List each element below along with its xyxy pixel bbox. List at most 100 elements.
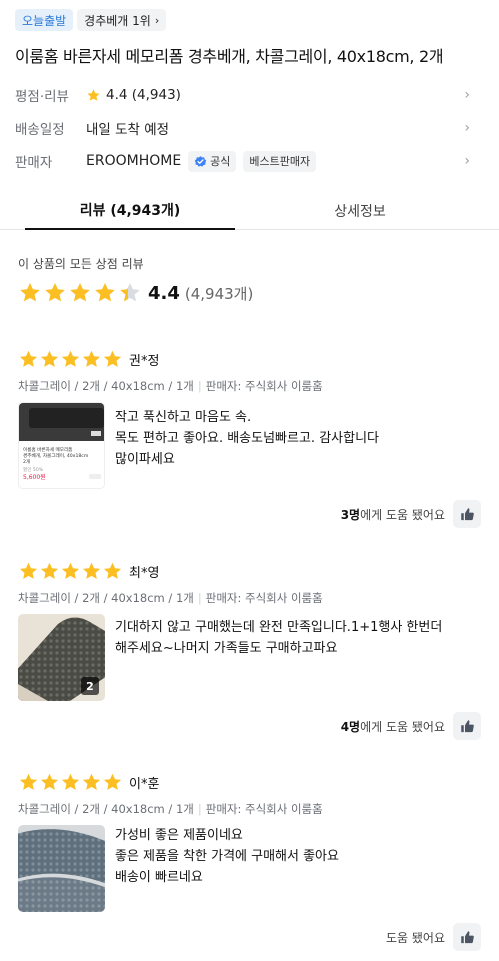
helpful-section: 4명 에게 도움 됐어요 [341, 712, 481, 740]
helpful-count: 3명 [340, 507, 361, 522]
review-line: 기대하지 않고 구매했는데 완전 만족입니다.1+1행사 한번더 [115, 620, 443, 635]
summary-count: (4,943개) [184, 284, 254, 303]
chevron-right-icon: › [464, 87, 470, 103]
helpful-text: 에게 도움 됐어요 [360, 719, 445, 734]
reviewer-name: 이*훈 [129, 776, 160, 792]
ranking-chip[interactable]: 경추베개 1위 › [77, 9, 167, 31]
chevron-right-icon: › [464, 120, 470, 136]
review-seller: 판매자: 주식회사 이룸홈 [205, 379, 323, 393]
star-icon [40, 350, 59, 367]
verified-check-icon [194, 155, 207, 167]
thumbs-up-icon [460, 507, 474, 520]
thumbnail-text: 이룸홈 바른자세 메모리폼 [23, 446, 72, 453]
review-item: 이*훈 차콜그레이 / 2개 / 40x18cm / 1개 | 판매자: 주식회… [18, 771, 481, 953]
review-line: 좋은 제품을 착한 가격에 구매해서 좋아요 [115, 849, 339, 864]
helpful-button[interactable] [453, 923, 481, 951]
rating-value: 4.4 (4,943) [106, 87, 181, 103]
helpful-text: 도움 됐어요 [385, 930, 445, 945]
review-option: 차콜그레이 / 2개 / 40x18cm / 1개 [18, 379, 194, 393]
thumbs-up-icon [460, 930, 474, 943]
chevron-right-icon: › [464, 153, 470, 169]
review-option: 차콜그레이 / 2개 / 40x18cm / 1개 [18, 591, 194, 605]
star-icon [45, 283, 65, 302]
product-screenshot-thumbnail: 이룸홈 바른자세 메모리폼 경추베개, 차콜그레이, 40x18cm 2개 할인… [19, 403, 104, 488]
star-icon [19, 350, 38, 367]
review-text: 가성비 좋은 제품이네요 좋은 제품을 착한 가격에 구매해서 좋아요 배송이 … [115, 825, 339, 912]
helpful-button[interactable] [453, 712, 481, 740]
bestseller-badge: 베스트판매자 [243, 150, 317, 172]
review-stars [18, 772, 123, 793]
rating-label: 평점·리뷰 [15, 89, 69, 105]
chevron-right-icon: › [154, 13, 160, 27]
seller-row[interactable]: 판매자 EROOMHOME 공식 베스트판매자 › [15, 150, 485, 172]
shipping-label: 배송일정 [15, 122, 65, 138]
photo-count-badge: 2 [81, 677, 99, 695]
review-seller: 판매자: 주식회사 이룸홈 [205, 591, 323, 605]
review-text: 기대하지 않고 구매했는데 완전 만족입니다.1+1행사 한번더 해주세요~나머… [115, 614, 442, 701]
star-icon [40, 562, 59, 579]
review-line: 배송이 빠르네요 [115, 870, 203, 885]
rating-row[interactable]: 평점·리뷰 4.4 (4,943) › [15, 84, 485, 106]
helpful-section: 3명 에게 도움 됐어요 [341, 500, 481, 528]
star-icon [103, 350, 122, 367]
review-option-info: 차콜그레이 / 2개 / 40x18cm / 1개 | 판매자: 주식회사 이룸… [18, 590, 481, 606]
review-photo[interactable]: 이룸홈 바른자세 메모리폼 경추베개, 차콜그레이, 40x18cm 2개 할인… [18, 402, 105, 489]
star-icon [70, 283, 90, 302]
review-line: 가성비 좋은 제품이네요 [115, 828, 243, 843]
tab-details[interactable]: 상세정보 [255, 192, 465, 230]
review-photo[interactable]: 2 [18, 614, 105, 701]
helpful-button[interactable] [453, 500, 481, 528]
all-store-reviews-label: 이 상품의 모든 상점 리뷰 [18, 257, 144, 271]
star-icon [95, 283, 115, 302]
summary-score: 4.4 [148, 282, 180, 304]
star-icon [103, 773, 122, 790]
review-seller: 판매자: 주식회사 이룸홈 [205, 802, 323, 816]
star-icon [87, 88, 100, 101]
thumbs-up-icon [460, 719, 474, 732]
shipping-value: 내일 도착 예정 [86, 122, 170, 138]
review-stars [18, 349, 123, 370]
header-chips: 오늘출발 경추베개 1위 › [15, 9, 167, 31]
review-text: 작고 푹신하고 마음도 속. 목도 편하고 좋아요. 배송도넘빠르고. 감사합니… [115, 402, 379, 489]
meta-divider: | [197, 802, 202, 816]
helpful-section: 도움 됐어요 [386, 923, 481, 951]
review-photo[interactable] [18, 825, 105, 912]
tab-bar: 리뷰 (4,943개) 상세정보 [0, 192, 499, 230]
shipping-row[interactable]: 배송일정 내일 도착 예정 › [15, 117, 485, 139]
thumbnail-price: 5,600원 [23, 473, 46, 481]
review-line: 해주세요~나머지 가족들도 구매하고파요 [115, 641, 338, 656]
review-item: 권*정 차콜그레이 / 2개 / 40x18cm / 1개 | 판매자: 주식회… [18, 348, 481, 530]
star-icon [20, 283, 40, 302]
meta-divider: | [197, 379, 202, 393]
thumbnail-text: 경추베개, 차콜그레이, 40x18cm [23, 452, 89, 459]
thumbnail-sale: 할인 50% [23, 466, 44, 473]
thumbnail-text: 2개 [23, 458, 30, 465]
summary-stars [18, 281, 142, 305]
star-icon [82, 562, 101, 579]
helpful-count: 4명 [340, 719, 361, 734]
star-icon [61, 350, 80, 367]
star-icon [82, 350, 101, 367]
review-line: 작고 푹신하고 마음도 속. [115, 410, 252, 425]
review-option: 차콜그레이 / 2개 / 40x18cm / 1개 [18, 802, 194, 816]
helpful-text: 에게 도움 됐어요 [360, 507, 445, 522]
official-badge: 공식 [188, 150, 237, 172]
seller-label: 판매자 [15, 155, 53, 171]
rating-summary: 4.4 (4,943개) [18, 281, 253, 305]
star-icon [120, 283, 140, 302]
pillow-photo [18, 825, 105, 912]
star-icon [61, 773, 80, 790]
review-line: 목도 편하고 좋아요. 배송도넘빠르고. 감사합니다 [115, 431, 379, 446]
review-stars [18, 561, 123, 582]
star-icon [82, 773, 101, 790]
star-icon [40, 773, 59, 790]
star-icon [61, 562, 80, 579]
review-option-info: 차콜그레이 / 2개 / 40x18cm / 1개 | 판매자: 주식회사 이룸… [18, 378, 481, 394]
star-icon [103, 562, 122, 579]
tab-reviews[interactable]: 리뷰 (4,943개) [25, 192, 235, 230]
review-line: 많이파세요 [115, 452, 175, 467]
reviewer-name: 권*정 [129, 353, 160, 369]
review-item: 최*영 차콜그레이 / 2개 / 40x18cm / 1개 | 판매자: 주식회… [18, 560, 481, 742]
ranking-chip-label: 경추베개 1위 [84, 13, 151, 28]
product-title: 이룸홈 바른자세 메모리폼 경추베개, 차콜그레이, 40x18cm, 2개 [15, 47, 444, 66]
